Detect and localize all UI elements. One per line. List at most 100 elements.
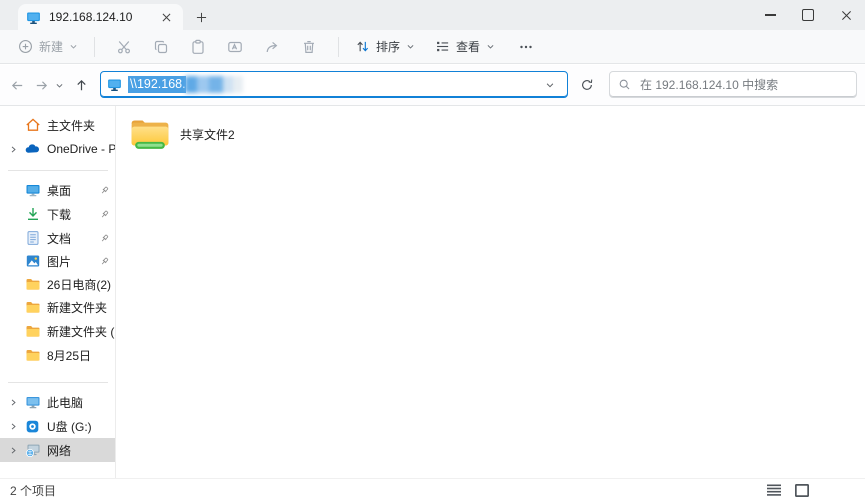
sidebar-item-network[interactable]: 网络: [0, 438, 115, 462]
tab-close-button[interactable]: [157, 8, 175, 26]
sidebar-item-pictures[interactable]: 图片: [0, 249, 115, 273]
pin-icon: [97, 233, 111, 244]
tab-bar: 192.168.124.10: [0, 0, 865, 30]
circle-plus-icon: [18, 39, 33, 54]
file-tile-shared-folder[interactable]: 共享文件2: [129, 110, 319, 158]
chevron-right-icon[interactable]: [6, 398, 20, 407]
more-button[interactable]: [511, 34, 541, 60]
maximize-button[interactable]: [789, 0, 827, 30]
address-dropdown-button[interactable]: [539, 74, 561, 95]
rename-icon: [227, 39, 243, 55]
chevron-right-icon[interactable]: [6, 422, 20, 431]
home-icon: [24, 117, 41, 133]
search-input[interactable]: [638, 76, 848, 93]
file-list-area[interactable]: 共享文件2: [117, 106, 865, 478]
toolbar-separator: [338, 36, 340, 57]
delete-button[interactable]: [294, 34, 324, 60]
tab-title: 192.168.124.10: [49, 10, 133, 24]
address-bar[interactable]: \\192.168.: [100, 71, 568, 98]
back-button[interactable]: [4, 72, 30, 98]
chevron-down-icon: [406, 42, 415, 51]
sidebar-item-desktop[interactable]: 桌面: [0, 178, 115, 202]
scissors-icon: [116, 39, 132, 55]
network-computer-icon: [107, 77, 122, 92]
items-count: 2 个项目: [10, 483, 57, 498]
network-icon: [24, 442, 41, 458]
sort-button[interactable]: 排序: [347, 33, 423, 60]
folder-icon: [24, 299, 41, 315]
search-icon: [618, 78, 631, 91]
pin-icon: [97, 185, 111, 196]
navigation-bar: \\192.168.: [0, 65, 865, 106]
sidebar-separator: [8, 382, 108, 383]
copy-button[interactable]: [146, 34, 176, 60]
file-name: 共享文件2: [180, 127, 235, 142]
trash-icon: [301, 39, 317, 55]
sidebar-item-folder-new-2[interactable]: 新建文件夹 (2): [0, 319, 115, 343]
sidebar-item-this-pc[interactable]: 此电脑: [0, 390, 115, 414]
this-pc-icon: [24, 394, 41, 410]
toolbar-separator: [94, 36, 96, 57]
navigation-pane: 主文件夹 OneDrive - Perso 桌面: [0, 106, 116, 478]
sort-icon: [355, 39, 370, 54]
view-button-label: 查看: [456, 40, 481, 54]
search-box[interactable]: [609, 71, 857, 98]
sidebar-item-home[interactable]: 主文件夹: [0, 113, 115, 137]
tab-active[interactable]: 192.168.124.10: [18, 4, 183, 30]
paste-icon: [190, 39, 206, 55]
sidebar-item-folder-new[interactable]: 新建文件夹: [0, 295, 115, 319]
pin-icon: [97, 256, 111, 267]
folder-icon: [24, 347, 41, 363]
pin-icon: [97, 209, 111, 220]
sidebar-item-documents[interactable]: 文档: [0, 226, 115, 250]
command-toolbar: 新建 排序 查看: [0, 30, 865, 64]
folder-icon: [24, 276, 41, 292]
redacted-address-segment: [184, 76, 243, 93]
chevron-right-icon[interactable]: [6, 145, 20, 154]
status-bar: 2 个项目: [0, 478, 865, 501]
pictures-icon: [24, 253, 41, 269]
shared-folder-icon: [129, 114, 171, 154]
view-list-icon: [435, 39, 450, 54]
sidebar-item-usb-drive[interactable]: U盘 (G:): [0, 414, 115, 438]
share-button[interactable]: [257, 34, 287, 60]
minimize-button[interactable]: [751, 0, 789, 30]
cut-button[interactable]: [109, 34, 139, 60]
sidebar-item-downloads[interactable]: 下载: [0, 202, 115, 226]
desktop-icon: [24, 182, 41, 198]
paste-button[interactable]: [183, 34, 213, 60]
usb-drive-icon: [24, 419, 41, 434]
large-icons-view-button[interactable]: [791, 481, 813, 499]
rename-button[interactable]: [220, 34, 250, 60]
chevron-down-icon: [69, 42, 78, 51]
recent-locations-button[interactable]: [50, 72, 68, 98]
new-button[interactable]: 新建: [10, 33, 86, 60]
downloads-icon: [24, 206, 41, 222]
ellipsis-icon: [518, 39, 534, 55]
view-toggle-group: [763, 481, 813, 499]
up-button[interactable]: [68, 72, 94, 98]
explorer-body: 主文件夹 OneDrive - Perso 桌面: [0, 106, 865, 478]
view-button[interactable]: 查看: [427, 33, 503, 60]
new-tab-button[interactable]: [190, 6, 212, 28]
chevron-down-icon: [486, 42, 495, 51]
chevron-right-icon[interactable]: [6, 446, 20, 455]
window-controls: [751, 0, 865, 30]
sidebar-item-folder-aug25[interactable]: 8月25日: [0, 343, 115, 367]
address-selected-text[interactable]: \\192.168.: [128, 76, 186, 93]
file-explorer-window: 192.168.124.10 新建 排序 查看 \\192.168. 在 192…: [0, 0, 865, 501]
folder-icon: [24, 323, 41, 339]
refresh-button[interactable]: [574, 72, 600, 98]
sidebar-separator: [8, 170, 108, 171]
network-computer-icon: [26, 10, 41, 25]
sidebar-item-folder-26[interactable]: 26日电商(2): [0, 272, 115, 296]
new-button-label: 新建: [39, 40, 64, 54]
onedrive-cloud-icon: [24, 141, 41, 158]
share-icon: [264, 39, 280, 55]
copy-icon: [153, 39, 169, 55]
documents-icon: [24, 230, 41, 246]
sidebar-item-onedrive[interactable]: OneDrive - Perso: [0, 137, 115, 161]
close-button[interactable]: [827, 0, 865, 30]
sort-button-label: 排序: [376, 40, 401, 54]
details-view-button[interactable]: [763, 481, 785, 499]
